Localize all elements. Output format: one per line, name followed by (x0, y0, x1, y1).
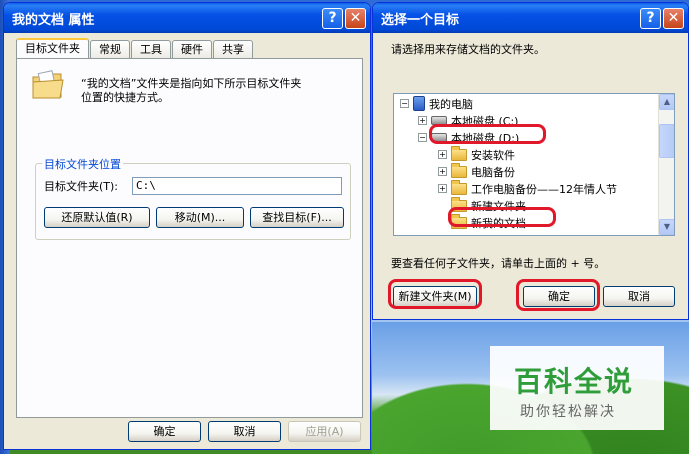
folder-icon (451, 145, 467, 161)
tree-item-label: 安装软件 (471, 148, 515, 162)
scroll-thumb[interactable] (659, 124, 674, 158)
highlight-drive-d (429, 124, 546, 144)
tab-sharing[interactable]: 共享 (213, 40, 253, 58)
expand-icon[interactable]: + (418, 116, 427, 125)
target-folder-input[interactable]: C:\ (132, 177, 342, 195)
browse-prompt: 请选择用来存储文档的文件夹。 (391, 43, 545, 56)
collapse-icon[interactable]: − (418, 133, 427, 142)
ok-button[interactable]: 确定 (128, 421, 201, 442)
tree-item-my-computer[interactable]: − 我的电脑 (400, 95, 473, 112)
highlight-new-my-documents (448, 207, 556, 227)
expand-icon[interactable]: + (438, 167, 447, 176)
properties-dialog: 我的文档 属性 ? ✕ 目标文件夹 常规 工具 硬件 共享 “我的文档”文件夹是… (3, 2, 371, 450)
description-line-2: 位置的快捷方式。 (81, 91, 169, 104)
tree-item-label: 我的电脑 (429, 97, 473, 111)
browse-title: 选择一个目标 (381, 12, 460, 28)
tab-strip: 目标文件夹 常规 工具 硬件 共享 (16, 38, 254, 59)
highlight-ok-button (516, 279, 600, 311)
restore-default-button[interactable]: 还原默认值(R) (44, 207, 150, 228)
collapse-icon[interactable]: − (400, 99, 409, 108)
tree-vertical-scrollbar[interactable]: ▲ ▼ (658, 94, 674, 235)
scroll-down-icon[interactable]: ▼ (659, 219, 674, 235)
tab-target-folder[interactable]: 目标文件夹 (16, 38, 89, 59)
highlight-new-folder-button (388, 279, 482, 309)
move-button[interactable]: 移动(M)... (156, 207, 244, 228)
expand-icon[interactable]: + (438, 184, 447, 193)
folder-icon (451, 162, 467, 178)
target-folder-label: 目标文件夹(T): (44, 180, 119, 193)
tree-item-label: 电脑备份 (471, 165, 515, 179)
find-target-button[interactable]: 查找目标(F)... (250, 207, 344, 228)
expand-icon[interactable]: + (438, 150, 447, 159)
group-title: 目标文件夹位置 (42, 156, 123, 172)
browse-close-button[interactable]: ✕ (663, 7, 684, 29)
watermark-title: 百科全说 (514, 365, 635, 398)
browse-titlebar[interactable]: 选择一个目标 ? ✕ (373, 3, 688, 33)
properties-titlebar[interactable]: 我的文档 属性 ? ✕ (4, 3, 370, 33)
apply-button[interactable]: 应用(A) (288, 421, 361, 442)
watermark-subtitle: 助你轻松解决 (520, 404, 616, 420)
watermark-logo: 百科全说 助你轻松解决 (490, 346, 664, 430)
cancel-button[interactable]: 取消 (208, 421, 281, 442)
tree-item-pc-backup[interactable]: + 电脑备份 (438, 162, 515, 180)
tree-item-work-pc-backup[interactable]: + 工作电脑备份——12年情人节 (438, 179, 617, 197)
scroll-up-icon[interactable]: ▲ (659, 94, 674, 110)
computer-icon (413, 96, 425, 111)
folder-icon (451, 179, 467, 195)
tab-hardware[interactable]: 硬件 (172, 40, 212, 58)
tab-general[interactable]: 常规 (90, 40, 130, 58)
browse-cancel-button[interactable]: 取消 (603, 286, 675, 307)
tree-item-label: 工作电脑备份——12年情人节 (471, 182, 617, 196)
browse-hint: 要查看任何子文件夹，请单击上面的 + 号。 (391, 257, 606, 270)
close-button[interactable]: ✕ (345, 7, 366, 29)
my-documents-folder-icon (32, 70, 64, 99)
browse-help-button[interactable]: ? (640, 7, 661, 29)
browse-folder-dialog: 选择一个目标 ? ✕ 请选择用来存储文档的文件夹。 − 我的电脑 + 本地磁盘 … (372, 2, 689, 320)
tree-item-install-software[interactable]: + 安装软件 (438, 145, 515, 163)
properties-title: 我的文档 属性 (12, 12, 95, 28)
help-button[interactable]: ? (322, 7, 343, 29)
tab-tools[interactable]: 工具 (131, 40, 171, 58)
target-folder-panel: “我的文档”文件夹是指向如下所示目标文件夹 位置的快捷方式。 目标文件夹位置 目… (16, 58, 363, 418)
target-location-group: 目标文件夹位置 目标文件夹(T): C:\ 还原默认值(R) 移动(M)... … (35, 156, 351, 240)
